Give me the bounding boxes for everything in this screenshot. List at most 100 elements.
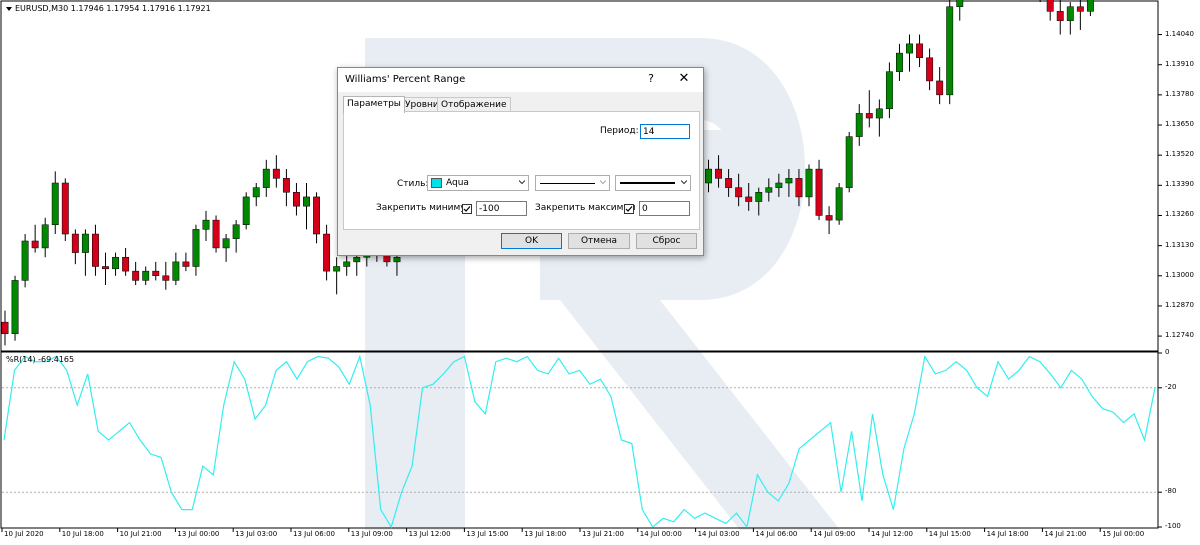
fix-max-checkbox[interactable]: [624, 204, 634, 214]
candle: [152, 261, 160, 281]
indicator-header: %R(14) -69.4165: [6, 355, 75, 364]
fix-max-input[interactable]: 0: [639, 201, 690, 216]
candle: [202, 210, 210, 241]
chevron-down-icon: [681, 180, 687, 185]
indicator-tick-label: 0: [1165, 348, 1170, 356]
candle: [303, 183, 310, 230]
candle: [916, 34, 923, 68]
time-tick-label: 13 Jul 12:00: [408, 530, 451, 538]
candle: [11, 275, 19, 341]
time-tick-label: 14 Jul 09:00: [813, 530, 856, 538]
candle: [323, 224, 331, 281]
symbol-info: EURUSD,M30 1.17946 1.17954 1.17916 1.179…: [15, 4, 211, 13]
candle: [1076, 0, 1084, 30]
candle: [855, 104, 863, 146]
price-tick-label: 1.12740: [1165, 331, 1194, 340]
chevron-down-icon: [519, 180, 525, 185]
candle: [31, 224, 39, 253]
line-style-preview: [540, 183, 595, 184]
time-tick-label: 14 Jul 03:00: [697, 530, 740, 538]
price-tick-label: 1.13910: [1165, 59, 1194, 68]
candle: [142, 266, 150, 286]
candle: [1056, 0, 1064, 35]
candle: [112, 252, 119, 276]
price-tick-label: 1.13520: [1165, 150, 1194, 159]
candle: [41, 217, 49, 258]
candle: [61, 178, 69, 241]
time-tick-label: 13 Jul 00:00: [177, 530, 220, 538]
indicator-tick-label: -20: [1165, 382, 1177, 391]
candle: [51, 171, 59, 235]
style-label: Стиль:: [397, 179, 429, 189]
candle: [333, 257, 341, 295]
candle: [825, 206, 833, 235]
time-tick-label: 13 Jul 03:00: [235, 530, 278, 538]
williams-dialog[interactable]: Williams' Percent Range ? ✕ Параметры Ур…: [337, 67, 704, 256]
chart-header: EURUSD,M30 1.17946 1.17954 1.17916 1.179…: [6, 4, 211, 13]
cancel-button[interactable]: Отмена: [568, 233, 630, 249]
candle: [102, 252, 109, 286]
candle: [92, 224, 99, 276]
candle: [162, 261, 170, 290]
candle: [212, 215, 220, 253]
dialog-titlebar[interactable]: Williams' Percent Range ? ✕: [338, 68, 703, 92]
candle: [1086, 0, 1094, 16]
price-tick-label: 1.13260: [1165, 210, 1194, 219]
help-button[interactable]: ?: [644, 72, 658, 85]
dropdown-triangle-icon[interactable]: [6, 6, 12, 11]
time-tick-label: 13 Jul 18:00: [524, 530, 567, 538]
time-tick-label: 13 Jul 15:00: [466, 530, 509, 538]
candle: [896, 43, 903, 81]
tab-display[interactable]: Отображение: [437, 97, 511, 112]
candle: [172, 252, 180, 286]
candle: [272, 155, 280, 188]
line-style-select[interactable]: [535, 175, 610, 191]
close-button[interactable]: ✕: [676, 71, 692, 86]
reset-button[interactable]: Сброс: [636, 233, 697, 249]
candle: [815, 159, 823, 221]
checkmark-icon: [463, 206, 471, 212]
time-tick-label: 13 Jul 21:00: [582, 530, 624, 538]
color-select[interactable]: Aqua: [427, 175, 529, 191]
fix-min-input[interactable]: -100: [476, 201, 527, 216]
candle: [313, 192, 321, 244]
candle: [21, 234, 29, 288]
candle: [875, 99, 883, 137]
period-input[interactable]: 14: [640, 124, 690, 139]
fix-min-label: Закрепить минимум: [376, 203, 473, 213]
time-tick-label: 13 Jul 06:00: [293, 530, 335, 538]
candle: [182, 252, 190, 272]
candle: [252, 183, 260, 207]
price-tick-label: 1.13000: [1165, 270, 1194, 279]
candle: [946, 0, 954, 105]
time-tick-label: 14 Jul 15:00: [928, 530, 971, 538]
candle: [242, 192, 250, 230]
candle: [835, 183, 843, 225]
time-tick-label: 14 Jul 21:00: [1044, 530, 1087, 538]
fix-max-label: Закрепить максимум: [535, 203, 636, 213]
tab-parameters[interactable]: Параметры: [343, 96, 405, 113]
fix-min-checkbox[interactable]: [462, 204, 472, 214]
candle: [122, 247, 130, 276]
time-tick-label: 10 Jul 21:00: [119, 530, 162, 538]
candle: [293, 183, 300, 216]
line-width-select[interactable]: [615, 175, 691, 191]
time-tick-label: 14 Jul 06:00: [755, 530, 798, 538]
time-tick-label: 14 Jul 18:00: [986, 530, 1029, 538]
ok-button[interactable]: OK: [501, 233, 562, 249]
indicator-pane-frame: [0, 351, 1159, 529]
time-tick-label: 13 Jul 09:00: [350, 530, 393, 538]
period-label: Период:: [600, 126, 639, 136]
candle: [926, 48, 934, 91]
time-tick-label: 15 Jul 00:00: [1102, 530, 1145, 538]
candle: [845, 131, 853, 193]
price-tick-label: 1.12870: [1165, 300, 1194, 309]
indicator-tick-label: -80: [1165, 487, 1177, 496]
candle: [1, 310, 9, 346]
color-name: Aqua: [446, 178, 469, 188]
checkmark-icon: [625, 206, 633, 212]
candle: [805, 164, 813, 207]
line-width-preview: [620, 182, 675, 184]
chevron-down-icon: [600, 180, 606, 185]
price-tick-label: 1.13130: [1165, 240, 1194, 249]
